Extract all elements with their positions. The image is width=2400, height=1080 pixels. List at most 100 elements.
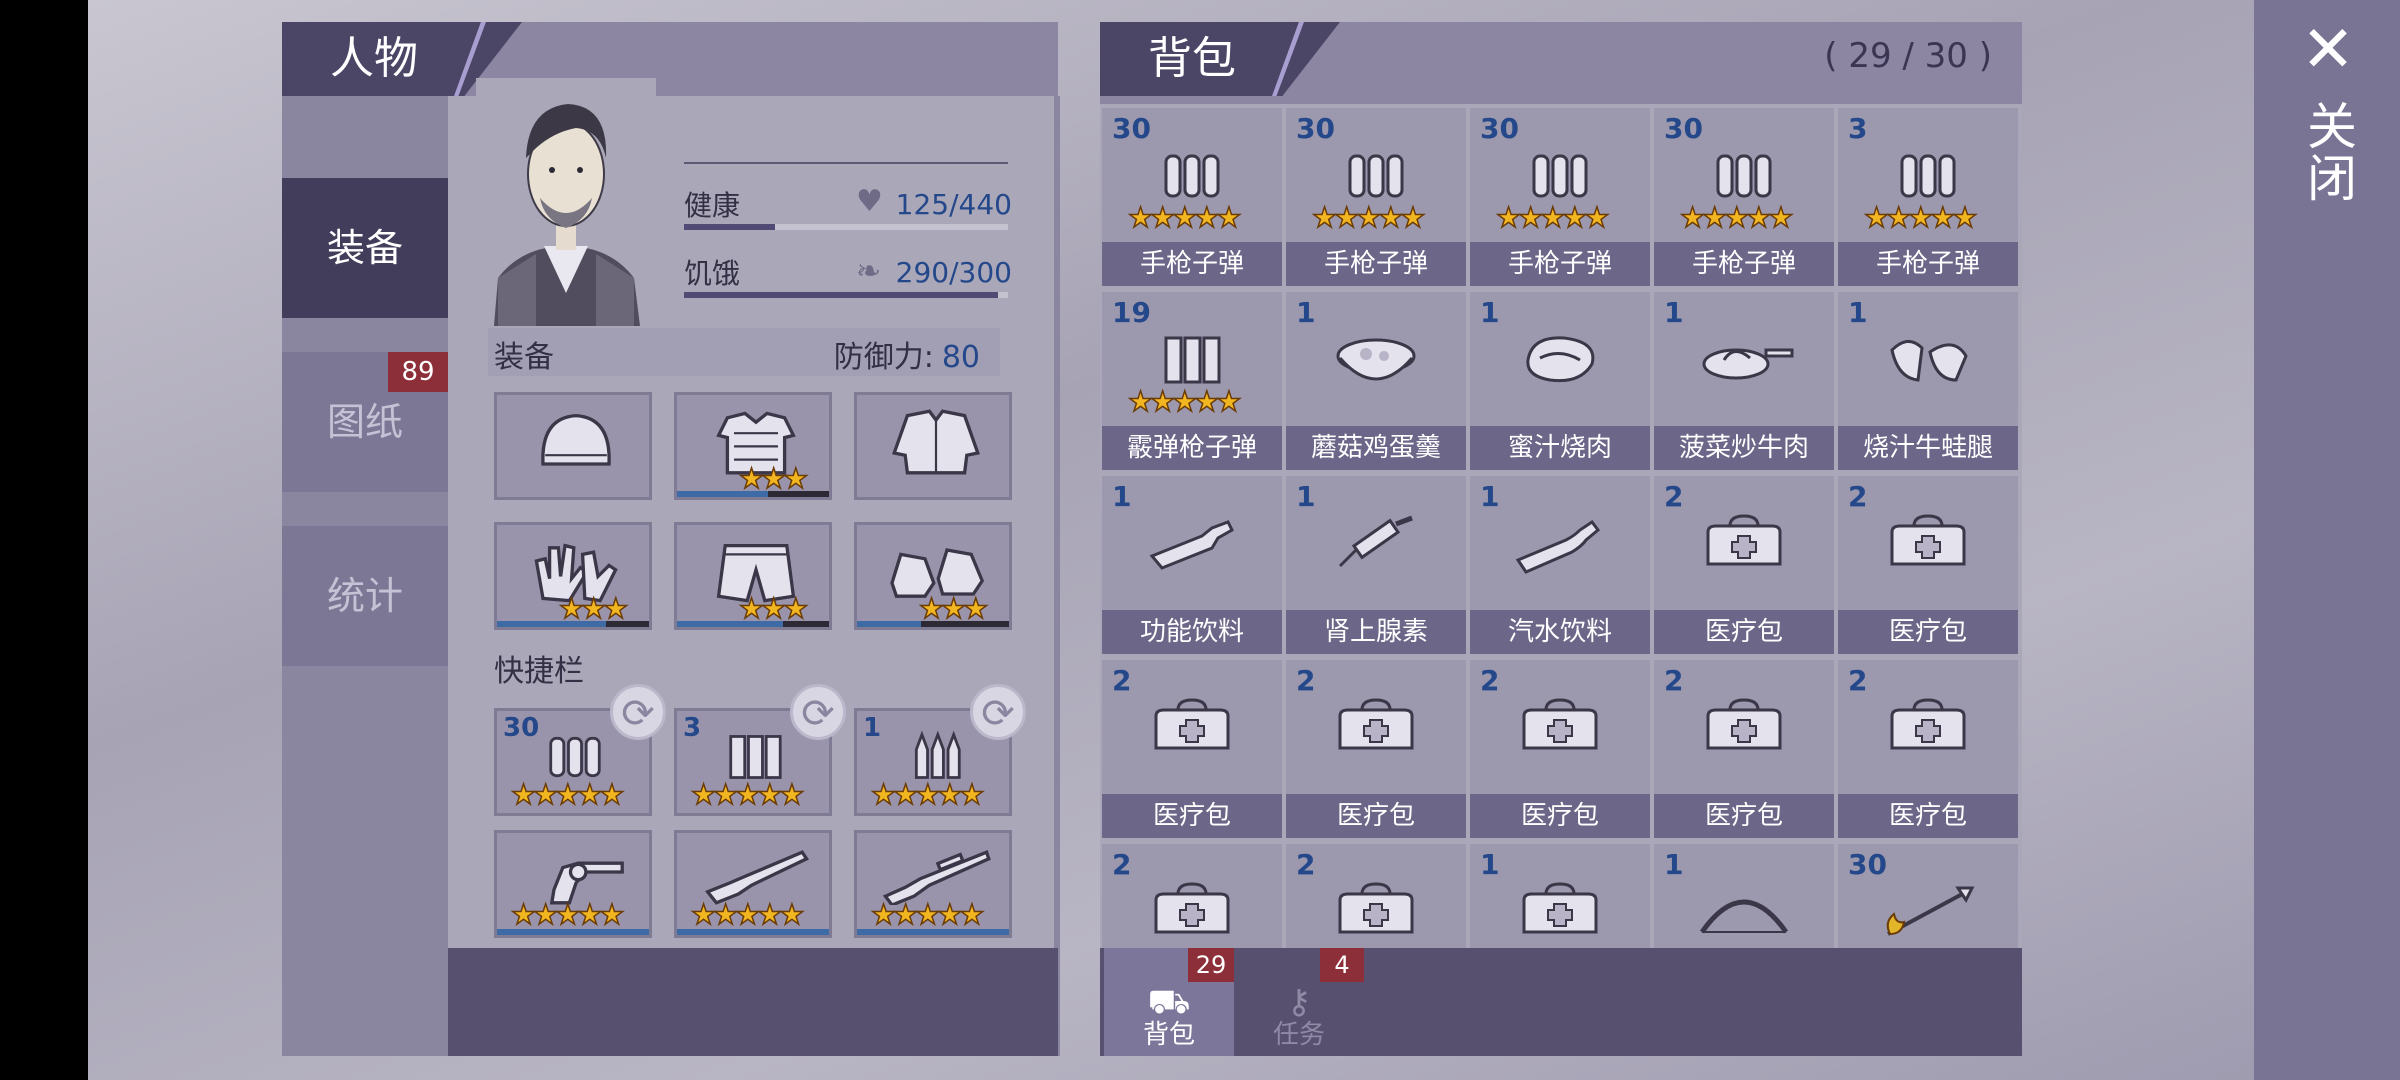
bag-item-slot[interactable]: 2 bbox=[1102, 844, 1282, 960]
pants-slot[interactable]: ★★★ bbox=[674, 522, 832, 630]
bag-item-slot[interactable]: 2 医疗包 bbox=[1654, 660, 1834, 838]
tab-quests-label: 任务 bbox=[1272, 1020, 1325, 1050]
item-count: 30 bbox=[1480, 112, 1519, 145]
jacket-slot[interactable] bbox=[854, 392, 1012, 500]
bag-item-slot[interactable]: 1 功能饮料 bbox=[1102, 476, 1282, 654]
bag-item-slot[interactable]: 1 蜜汁烧肉 bbox=[1470, 292, 1650, 470]
side-tab-statistics[interactable]: 统计 bbox=[282, 526, 448, 666]
bag-item-slot[interactable]: 19 ★★★★★ 霰弹枪子弹 bbox=[1102, 292, 1282, 470]
bag-item-slot[interactable]: 1 菠菜炒牛肉 bbox=[1654, 292, 1834, 470]
character-header: 人物 bbox=[282, 22, 1058, 96]
bag-item-slot[interactable]: 1 汽水饮料 bbox=[1470, 476, 1650, 654]
durability-fill bbox=[677, 491, 769, 497]
quickbar-header: 快捷栏 bbox=[488, 642, 1000, 690]
quickbar-weapon-slot[interactable]: ★★★★★ bbox=[854, 830, 1012, 938]
hunger-label: 饥饿 bbox=[684, 257, 741, 290]
durability-bar bbox=[497, 929, 649, 935]
bag-item-slot[interactable]: 1 肾上腺素 bbox=[1286, 476, 1466, 654]
item-name: 蘑菇鸡蛋羹 bbox=[1286, 426, 1466, 470]
bag-item-slot[interactable]: 2 医疗包 bbox=[1654, 476, 1834, 654]
boots-slot[interactable]: ★★★ bbox=[854, 522, 1012, 630]
star-rating: ★★★★★ bbox=[870, 778, 985, 811]
bag-item-slot[interactable]: 30 bbox=[1838, 844, 2018, 960]
star-rating: ★★★ bbox=[558, 592, 629, 625]
item-name: 医疗包 bbox=[1286, 794, 1466, 838]
item-name: 肾上腺素 bbox=[1286, 610, 1466, 654]
shotgun-icon bbox=[704, 850, 810, 905]
bag-item-slot[interactable]: 30 ★★★★★ 手枪子弹 bbox=[1470, 108, 1650, 286]
swap-icon[interactable]: ⟳ bbox=[790, 684, 846, 740]
item-name: 蜜汁烧肉 bbox=[1470, 426, 1650, 470]
item-count: 30 bbox=[1664, 112, 1703, 145]
shotgun-ammo-icon bbox=[729, 735, 782, 779]
rifle-ammo-icon bbox=[914, 730, 961, 779]
close-label[interactable]: 关闭 bbox=[2299, 100, 2357, 204]
bag-item-slot[interactable]: 2 bbox=[1286, 844, 1466, 960]
quickbar-label: 快捷栏 bbox=[494, 654, 584, 689]
item-count: 30 bbox=[1848, 848, 1887, 881]
swap-icon[interactable]: ⟳ bbox=[970, 684, 1026, 740]
star-rating: ★★★★★ bbox=[510, 778, 625, 811]
bag-item-slot[interactable]: 1 蘑菇鸡蛋羹 bbox=[1286, 292, 1466, 470]
pistol-ammo-icon bbox=[1716, 154, 1772, 198]
tab-backpack[interactable]: ⛟ 背包 29 bbox=[1104, 948, 1234, 1056]
bag-item-slot[interactable]: 2 医疗包 bbox=[1838, 476, 2018, 654]
quickbar-weapon-slot[interactable]: ★★★★★ bbox=[494, 830, 652, 938]
item-count: 1 bbox=[1296, 296, 1316, 329]
side-tab-equipment[interactable]: 装备 bbox=[282, 178, 448, 318]
durability-bar bbox=[677, 929, 829, 935]
durability-fill bbox=[677, 621, 784, 627]
medkit-icon bbox=[1890, 698, 1966, 750]
durability-fill bbox=[857, 929, 1009, 935]
item-name: 医疗包 bbox=[1838, 794, 2018, 838]
helmet-slot[interactable] bbox=[494, 392, 652, 500]
bag-item-slot[interactable]: 2 医疗包 bbox=[1286, 660, 1466, 838]
durability-fill bbox=[857, 621, 921, 627]
medkit-icon bbox=[1890, 514, 1966, 566]
bag-item-slot[interactable]: 2 医疗包 bbox=[1102, 660, 1282, 838]
bag-item-slot[interactable]: 1 烧汁牛蛙腿 bbox=[1838, 292, 2018, 470]
character-side-tabs: 装备 图纸 89 统计 bbox=[282, 96, 448, 1056]
star-rating: ★★★★★ bbox=[690, 778, 805, 811]
bag-item-slot[interactable]: 30 ★★★★★ 手枪子弹 bbox=[1286, 108, 1466, 286]
side-tab-label: 装备 bbox=[326, 226, 403, 270]
tab-quests[interactable]: ⚷ 任务 4 bbox=[1234, 948, 1364, 1056]
equipment-label: 装备 bbox=[494, 340, 554, 375]
item-name: 手枪子弹 bbox=[1654, 242, 1834, 286]
bag-item-slot[interactable]: 30 ★★★★★ 手枪子弹 bbox=[1654, 108, 1834, 286]
bag-item-slot[interactable]: 2 医疗包 bbox=[1470, 660, 1650, 838]
bag-item-slot[interactable]: 30 ★★★★★ 手枪子弹 bbox=[1102, 108, 1282, 286]
defense-value: 80 bbox=[941, 340, 980, 375]
armor-slot[interactable]: ★★★ bbox=[674, 392, 832, 500]
quickbar-count: 1 bbox=[863, 713, 882, 743]
stir-fry-pan-icon bbox=[1702, 348, 1794, 380]
quickbar-weapon-slot[interactable]: ★★★★★ bbox=[674, 830, 832, 938]
star-rating: ★★★ bbox=[738, 592, 809, 625]
swap-icon[interactable]: ⟳ bbox=[610, 684, 666, 740]
star-rating: ★★★★★ bbox=[870, 898, 985, 931]
star-rating: ★★★★★ bbox=[1127, 201, 1242, 234]
bag-item-slot[interactable]: 1 bbox=[1654, 844, 1834, 960]
game-screen: 人物 装备 图纸 89 统计 健康 ♥ 125/440 饥饿 ❧ 290/300… bbox=[0, 0, 2400, 1080]
star-rating: ★★★★★ bbox=[1679, 201, 1794, 234]
character-panel: 人物 装备 图纸 89 统计 健康 ♥ 125/440 饥饿 ❧ 290/300… bbox=[282, 22, 1060, 1056]
hunger-bar-fill bbox=[684, 292, 999, 298]
medkit-icon bbox=[1338, 698, 1414, 750]
gloves-slot[interactable]: ★★★ bbox=[494, 522, 652, 630]
item-count: 3 bbox=[1848, 112, 1868, 145]
star-rating: ★★★★★ bbox=[690, 898, 805, 931]
item-count: 2 bbox=[1296, 664, 1316, 697]
side-tab-blueprints[interactable]: 图纸 89 bbox=[282, 352, 448, 492]
fire-arrow-icon bbox=[1886, 886, 1975, 936]
close-icon[interactable]: ✕ bbox=[2300, 18, 2356, 82]
durability-fill bbox=[497, 929, 649, 935]
bag-grid[interactable]: 30 ★★★★★ 手枪子弹 30 ★★★★★ 手枪子弹 30 ★★★★★ 手枪子弹 30 ★★★★★… bbox=[1100, 104, 2022, 960]
item-name: 医疗包 bbox=[1470, 794, 1650, 838]
bag-item-slot[interactable]: 1 bbox=[1470, 844, 1650, 960]
bottle-icon bbox=[1149, 520, 1234, 570]
hunger-bar bbox=[684, 292, 1008, 298]
bag-item-slot[interactable]: 2 医疗包 bbox=[1838, 660, 2018, 838]
bag-header: 背包 ( 29 / 30 ) bbox=[1100, 22, 2022, 96]
bag-item-slot[interactable]: 3 ★★★★★ 手枪子弹 bbox=[1838, 108, 2018, 286]
frog-legs-icon bbox=[1890, 340, 1968, 382]
